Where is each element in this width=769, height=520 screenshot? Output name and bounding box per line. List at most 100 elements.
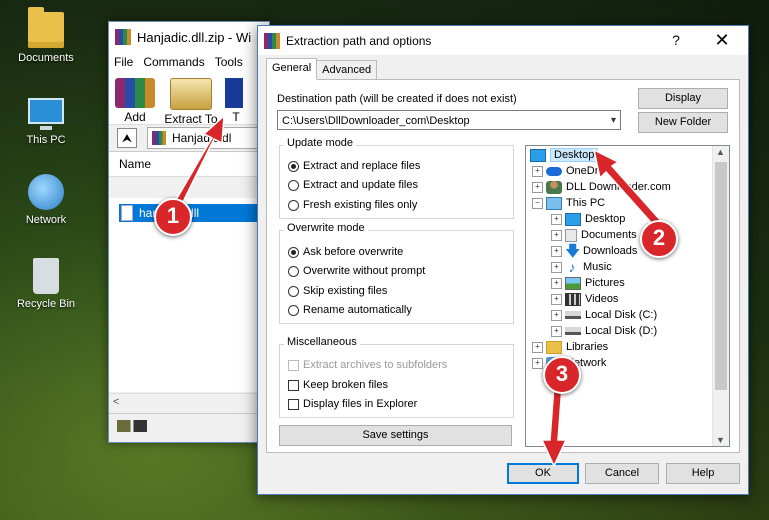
radio-label: Fresh existing files only [303, 199, 418, 211]
annotation-badge-3: 3 [543, 356, 581, 394]
winrar-titlebar[interactable]: Hanjadic.dll.zip - Wi [109, 22, 269, 52]
expand-icon[interactable]: + [551, 325, 562, 337]
file-row-hanjadic[interactable]: hanjadic.dll [119, 204, 269, 222]
hard-drive-icon [565, 311, 581, 319]
dialog-titlebar[interactable]: Extraction path and options ? ✕ [258, 26, 748, 55]
save-settings-button[interactable]: Save settings [279, 425, 512, 446]
scrollbar-thumb[interactable] [715, 162, 727, 390]
radio-skip-existing[interactable]: Skip existing files [288, 285, 387, 297]
help-button[interactable]: Help [666, 463, 740, 484]
expand-icon[interactable]: + [532, 341, 543, 353]
test-icon [225, 78, 243, 108]
cancel-button[interactable]: Cancel [585, 463, 659, 484]
check-keep-broken[interactable]: Keep broken files [288, 379, 388, 391]
desktop-icon-label: Network [25, 214, 67, 226]
up-folder-button[interactable]: ⮝ [117, 128, 137, 148]
title-help-button[interactable]: ? [656, 26, 696, 55]
radio-selected-icon [288, 246, 299, 258]
radio-fresh-existing[interactable]: Fresh existing files only [288, 199, 417, 211]
tree-item-label: Videos [585, 293, 619, 305]
test-button[interactable]: T [221, 72, 251, 124]
close-button[interactable]: ✕ [702, 26, 742, 55]
ok-button[interactable]: OK [507, 463, 579, 484]
horizontal-scrollbar[interactable]: < [109, 393, 269, 412]
tab-general[interactable]: General [266, 58, 318, 80]
tree-item-videos[interactable]: + Videos [551, 291, 618, 307]
expand-icon[interactable]: + [532, 181, 543, 193]
expand-icon[interactable]: + [551, 213, 562, 225]
extract-to-button[interactable]: Extract To [161, 72, 221, 126]
scroll-up-icon[interactable]: ▲ [716, 147, 725, 157]
winrar-title: Hanjadic.dll.zip - Wi [137, 29, 252, 45]
tab-advanced[interactable]: Advanced [316, 60, 378, 80]
expand-icon[interactable]: + [551, 245, 562, 257]
tree-item-documents[interactable]: + Documents [551, 227, 637, 243]
chevron-down-icon[interactable]: ▾ [611, 111, 616, 131]
desktop-icon-this-pc[interactable]: This PC [8, 92, 84, 146]
scroll-left-icon[interactable]: < [113, 396, 119, 408]
menu-tools[interactable]: Tools [210, 55, 248, 69]
tree-item-downloads[interactable]: + 🡇 Downloads [551, 243, 637, 259]
tree-item-this-pc[interactable]: − This PC [532, 195, 605, 211]
tree-vertical-scrollbar[interactable]: ▲ ▼ [712, 146, 729, 446]
archive-icon [152, 131, 166, 145]
column-header-label: Name [119, 157, 152, 171]
radio-ask-before[interactable]: Ask before overwrite [288, 246, 403, 258]
check-display-explorer[interactable]: Display files in Explorer [288, 398, 417, 410]
tree-item-label: Local Disk (D:) [585, 325, 658, 337]
cloud-icon [546, 166, 562, 176]
scroll-down-icon[interactable]: ▼ [716, 435, 725, 445]
radio-overwrite-without[interactable]: Overwrite without prompt [288, 265, 425, 277]
destination-path-combo[interactable]: C:\Users\DllDownloader_com\Desktop ▾ [277, 110, 621, 130]
tree-item-onedrive[interactable]: + OneDrive [532, 163, 612, 179]
tree-item-music[interactable]: + ♪ Music [551, 259, 612, 275]
desktop-icon-network[interactable]: Network [8, 174, 84, 226]
menu-commands[interactable]: Commands [138, 55, 209, 69]
computer-icon [546, 196, 562, 210]
menu-file[interactable]: File [109, 55, 138, 69]
music-note-icon: ♪ [568, 258, 576, 275]
expand-icon[interactable]: + [551, 293, 562, 305]
radio-icon [288, 179, 299, 191]
radio-extract-replace[interactable]: Extract and replace files [288, 160, 420, 172]
tree-item-label: OneDrive [566, 165, 613, 177]
collapse-icon[interactable]: − [532, 197, 543, 209]
radio-icon [288, 265, 299, 277]
tree-item-desktop[interactable]: + Desktop [551, 211, 625, 227]
new-folder-button[interactable]: New Folder [638, 112, 728, 133]
computer-icon [28, 98, 64, 130]
tree-item-libraries[interactable]: + Libraries [532, 339, 608, 355]
expand-icon[interactable]: + [532, 165, 543, 177]
desktop-icon-recycle-bin[interactable]: Recycle Bin [8, 258, 84, 310]
folder-tree: Desktop + OneDrive + DLL Downloader.com … [525, 145, 730, 447]
expand-icon[interactable]: + [532, 357, 543, 369]
winrar-pathbar: ⮝ Hanjadic.dl [109, 125, 269, 152]
checkbox-label: Keep broken files [303, 379, 388, 391]
extract-to-label: Extract To [164, 112, 218, 126]
radio-rename-auto[interactable]: Rename automatically [288, 304, 412, 316]
tree-item-label: Libraries [566, 341, 609, 353]
tree-item-label: This PC [566, 197, 606, 209]
tree-item-dll-downloader[interactable]: + DLL Downloader.com [532, 179, 671, 195]
column-header-name[interactable]: Name [109, 152, 269, 177]
expand-icon[interactable]: + [551, 309, 562, 321]
add-button[interactable]: Add [109, 72, 161, 124]
annotation-badge-2: 2 [640, 220, 678, 258]
radio-extract-update[interactable]: Extract and update files [288, 179, 418, 191]
desktop-icon-label: Recycle Bin [16, 298, 76, 310]
archive-path-text: Hanjadic.dl [172, 131, 232, 145]
tree-item-pictures[interactable]: + Pictures [551, 275, 625, 291]
archive-path-field[interactable]: Hanjadic.dl [147, 127, 269, 149]
expand-icon[interactable]: + [551, 277, 562, 289]
desktop-icon-documents[interactable]: Documents [8, 7, 84, 64]
network-icon [28, 174, 64, 210]
expand-icon[interactable]: + [551, 261, 562, 273]
tree-item-desktop-root[interactable]: Desktop [530, 147, 599, 163]
tree-item-local-disk-c[interactable]: + Local Disk (C:) [551, 307, 657, 323]
radio-label: Skip existing files [303, 285, 388, 297]
tree-item-local-disk-d[interactable]: + Local Disk (D:) [551, 323, 657, 339]
checkbox-label: Display files in Explorer [303, 398, 418, 410]
display-button[interactable]: Display [638, 88, 728, 109]
expand-icon[interactable]: + [551, 229, 562, 241]
annotation-badge-1: 1 [154, 198, 192, 236]
